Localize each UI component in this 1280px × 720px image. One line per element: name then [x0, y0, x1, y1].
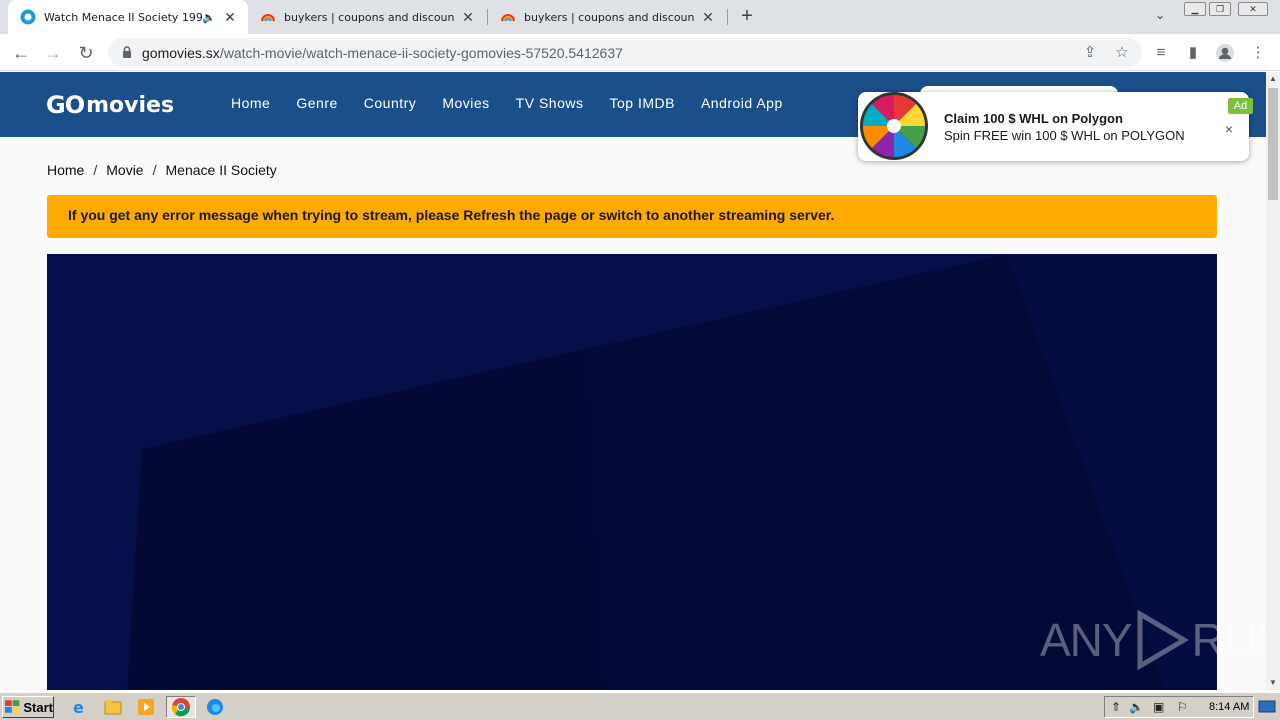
- gomovies-logo[interactable]: GO movies: [46, 90, 174, 120]
- nav-android-app[interactable]: Android App: [701, 95, 783, 111]
- url-text[interactable]: gomovies.sx/watch-movie/watch-menace-ii-…: [142, 45, 623, 61]
- rainbow-favicon-icon: [261, 14, 275, 22]
- breadcrumb-home[interactable]: Home: [47, 162, 84, 178]
- anyrun-watermark: ANY RUN: [1040, 610, 1280, 670]
- lock-icon[interactable]: [120, 45, 134, 59]
- breadcrumb-separator: /: [93, 162, 98, 178]
- ad-close-icon[interactable]: ×: [1222, 122, 1236, 136]
- web-page: GO movies Home Genre Country Movies TV S…: [0, 72, 1266, 690]
- internet-explorer-icon[interactable]: e: [68, 697, 90, 717]
- back-arrow-icon[interactable]: ←: [9, 41, 33, 65]
- ad-badge: Ad: [1228, 98, 1253, 114]
- breadcrumb: Home / Movie / Menace II Society: [47, 162, 277, 178]
- main-nav: Home Genre Country Movies TV Shows Top I…: [231, 95, 809, 111]
- bookmark-star-icon[interactable]: ☆: [1113, 44, 1131, 62]
- action-center-flag-icon[interactable]: ⚐: [1177, 700, 1188, 714]
- scroll-thumb[interactable]: [1268, 88, 1278, 200]
- breadcrumb-movie[interactable]: Movie: [106, 162, 143, 178]
- nav-tv-shows[interactable]: TV Shows: [516, 95, 584, 111]
- prize-wheel-icon: [860, 92, 928, 160]
- gomovies-favicon-icon: [20, 9, 36, 25]
- logo-movies: movies: [86, 92, 175, 118]
- url-host: gomovies.sx: [142, 45, 220, 61]
- url-path: /watch-movie/watch-menace-ii-society-gom…: [219, 45, 623, 61]
- page-scrollbar[interactable]: ▲ ▼: [1266, 72, 1280, 690]
- system-tray: ⇑ 🔈 ▣ ⚐ 8:14 AM: [1104, 696, 1254, 718]
- edge-icon[interactable]: [204, 697, 226, 717]
- svg-text:e: e: [73, 698, 84, 717]
- show-desktop-icon[interactable]: [1258, 697, 1276, 717]
- windows-taskbar: Start e ⇑ 🔈 ▣ ⚐ 8:14 AM: [0, 692, 1280, 720]
- ad-subtitle: Spin FREE win 100 $ WHL on POLYGON: [944, 128, 1185, 143]
- browser-tabstrip: Watch Menace II Society 1993 | 🔈 ✕ buyke…: [0, 0, 1280, 34]
- ad-title: Claim 100 $ WHL on Polygon: [944, 111, 1123, 126]
- tab-buykers-2[interactable]: buykers | coupons and discount code ✕: [488, 0, 726, 34]
- nav-country[interactable]: Country: [364, 95, 417, 111]
- logo-go: GO: [46, 91, 85, 119]
- nav-home[interactable]: Home: [231, 95, 270, 111]
- side-panel-icon[interactable]: ▮: [1183, 43, 1203, 63]
- restore-button[interactable]: ❐: [1209, 2, 1231, 16]
- speaker-icon[interactable]: 🔈: [202, 11, 216, 24]
- media-player-icon[interactable]: [135, 697, 157, 717]
- tab-watch-menace[interactable]: Watch Menace II Society 1993 | 🔈 ✕: [8, 0, 248, 34]
- tab-search-chevron-icon[interactable]: ⌄: [1151, 8, 1169, 26]
- start-label: Start: [23, 699, 53, 715]
- breadcrumb-current: Menace II Society: [165, 162, 277, 178]
- forward-arrow-icon[interactable]: →: [41, 41, 65, 65]
- volume-icon[interactable]: 🔈: [1129, 700, 1144, 714]
- new-tab-button[interactable]: +: [736, 6, 758, 28]
- windows-flag-icon: [5, 700, 20, 713]
- breadcrumb-separator: /: [152, 162, 157, 178]
- tab-divider: [727, 9, 728, 25]
- file-explorer-icon[interactable]: [102, 697, 124, 717]
- media-controls-icon[interactable]: ≡: [1151, 43, 1171, 63]
- kebab-menu-icon[interactable]: ⋮: [1248, 43, 1268, 63]
- minimize-button[interactable]: ▁: [1184, 2, 1206, 16]
- tab-title: buykers | coupons and discount code: [284, 10, 454, 24]
- browser-toolbar: ← → ↻ gomovies.sx/watch-movie/watch-mena…: [0, 34, 1280, 71]
- profile-avatar-icon[interactable]: [1215, 43, 1235, 63]
- nav-genre[interactable]: Genre: [296, 95, 337, 111]
- share-icon[interactable]: ⇪: [1081, 44, 1099, 62]
- clock[interactable]: 8:14 AM: [1209, 701, 1249, 713]
- ad-popup[interactable]: Claim 100 $ WHL on Polygon Spin FREE win…: [858, 92, 1253, 161]
- nav-top-imdb[interactable]: Top IMDB: [609, 95, 674, 111]
- chrome-taskbar-button[interactable]: [166, 696, 196, 718]
- close-window-button[interactable]: ✕: [1238, 2, 1268, 16]
- stream-error-alert: If you get any error message when trying…: [47, 195, 1217, 238]
- start-button[interactable]: Start: [2, 696, 54, 718]
- network-icon[interactable]: ▣: [1153, 700, 1164, 714]
- address-bar[interactable]: gomovies.sx/watch-movie/watch-menace-ii-…: [108, 38, 1142, 67]
- tray-expand-icon[interactable]: ⇑: [1111, 700, 1121, 714]
- rainbow-favicon-icon: [501, 14, 515, 22]
- tab-title: Watch Menace II Society 1993 |: [44, 10, 202, 24]
- tab-buykers-1[interactable]: buykers | coupons and discount code ✕: [248, 0, 486, 34]
- chrome-icon: [171, 698, 190, 717]
- play-triangle-icon: [1137, 610, 1189, 670]
- reload-icon[interactable]: ↻: [74, 41, 98, 65]
- watermark-left: ANY: [1040, 614, 1133, 666]
- tab-title: buykers | coupons and discount code: [524, 10, 694, 24]
- close-tab-icon[interactable]: ✕: [700, 9, 716, 25]
- scroll-up-arrow-icon[interactable]: ▲: [1266, 72, 1280, 86]
- scroll-down-arrow-icon[interactable]: ▼: [1266, 676, 1280, 690]
- close-tab-icon[interactable]: ✕: [460, 9, 476, 25]
- close-tab-icon[interactable]: ✕: [222, 9, 238, 25]
- nav-movies[interactable]: Movies: [442, 95, 489, 111]
